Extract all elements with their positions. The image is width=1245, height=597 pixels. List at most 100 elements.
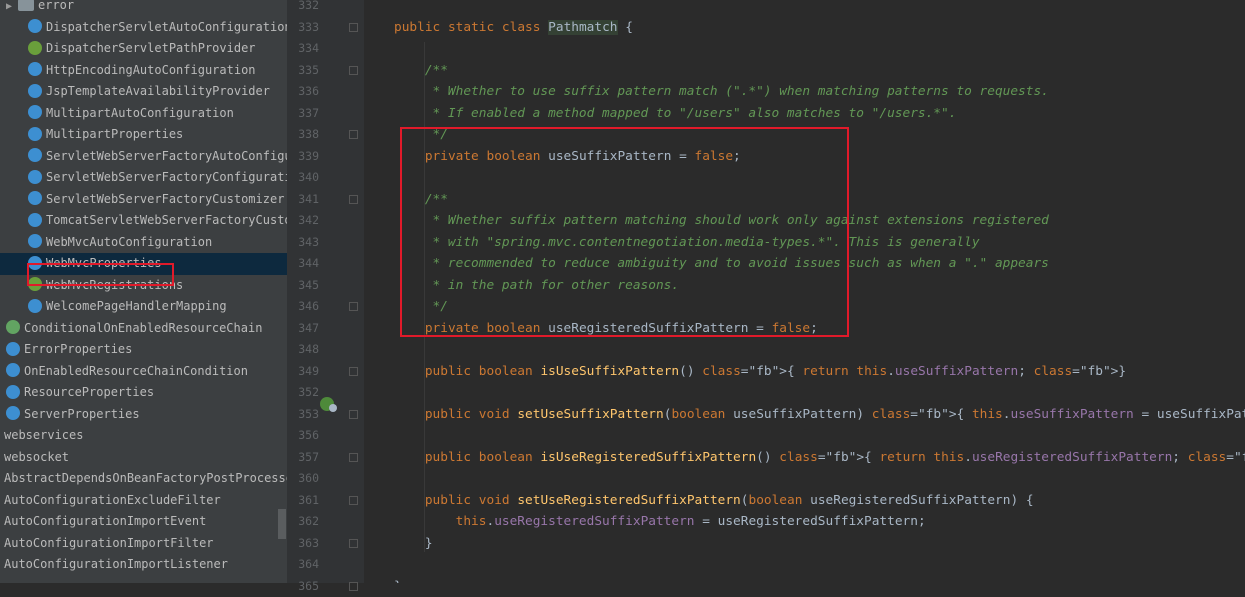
line-number: 349	[287, 361, 319, 383]
code-line[interactable]: }	[394, 576, 402, 584]
class-icon	[28, 170, 42, 184]
line-number: 365	[287, 576, 319, 597]
line-number: 343	[287, 232, 319, 254]
fold-marker-icon[interactable]	[349, 66, 358, 75]
tree-item[interactable]: HttpEncodingAutoConfiguration	[0, 60, 287, 82]
tree-item[interactable]: ErrorProperties	[0, 339, 287, 361]
tree-item[interactable]: MultipartAutoConfiguration	[0, 103, 287, 125]
tree-item[interactable]: OnEnabledResourceChainCondition	[0, 361, 287, 383]
tree-item[interactable]: AutoConfigurationExcludeFilter	[0, 490, 287, 512]
interface-icon	[28, 41, 42, 55]
line-number: 338	[287, 124, 319, 146]
tree-item[interactable]: AutoConfigurationImportEvent	[0, 511, 287, 533]
class-icon	[28, 127, 42, 141]
class-icon	[28, 62, 42, 76]
fold-marker-icon[interactable]	[349, 195, 358, 204]
tree-item-label: ServletWebServerFactoryCustomizer	[46, 192, 284, 206]
folder-icon	[18, 0, 34, 11]
tree-item-label: ServletWebServerFactoryConfiguration	[46, 170, 287, 184]
tree-item-label: AbstractDependsOnBeanFactoryPostProcesso…	[4, 471, 287, 485]
class-icon	[28, 234, 42, 248]
fold-marker-icon[interactable]	[349, 453, 358, 462]
tree-item-label: webservices	[4, 428, 83, 442]
code-line[interactable]: }	[394, 533, 433, 555]
project-tree[interactable]: ▶ error DispatcherServletAutoConfiguration…	[0, 0, 287, 583]
tree-item-label: ConditionalOnEnabledResourceChain	[24, 321, 262, 335]
code-line[interactable]: public void setUseSuffixPattern(boolean …	[394, 404, 1245, 426]
code-line[interactable]: this.useRegisteredSuffixPattern = useReg…	[394, 511, 926, 533]
tree-item[interactable]: ▶ error	[0, 0, 287, 17]
tree-item[interactable]: WebMvcAutoConfiguration	[0, 232, 287, 254]
fold-marker-icon[interactable]	[349, 302, 358, 311]
fold-marker-icon[interactable]	[349, 367, 358, 376]
expand-arrow-icon[interactable]: ▶	[0, 0, 18, 18]
tree-item[interactable]: ServletWebServerFactoryConfiguration	[0, 167, 287, 189]
code-line[interactable]: public void setUseRegisteredSuffixPatter…	[394, 490, 1034, 512]
tree-item[interactable]: AbstractDependsOnBeanFactoryPostProcesso…	[0, 468, 287, 490]
line-number: 357	[287, 447, 319, 469]
tree-item-label: MultipartAutoConfiguration	[46, 106, 234, 120]
tree-item[interactable]: MultipartProperties	[0, 124, 287, 146]
fold-marker-icon[interactable]	[349, 130, 358, 139]
tree-item[interactable]: webservices	[0, 425, 287, 447]
highlight-box-webmvcproperties	[27, 263, 174, 286]
class-icon	[6, 406, 20, 420]
code-line[interactable]: public boolean isUseRegisteredSuffixPatt…	[394, 447, 1245, 469]
tree-item[interactable]: AutoConfigurationImportFilter	[0, 533, 287, 555]
line-number: 364	[287, 554, 319, 576]
class-icon	[6, 342, 20, 356]
highlight-box-fields	[400, 127, 849, 337]
line-number: 356	[287, 425, 319, 447]
fold-marker-icon[interactable]	[349, 410, 358, 419]
code-line[interactable]: public boolean isUseSuffixPattern() clas…	[394, 361, 1126, 383]
tree-item[interactable]: ServletWebServerFactoryAutoConfiguration	[0, 146, 287, 168]
code-line[interactable]: * If enabled a method mapped to "/users"…	[394, 103, 956, 125]
tree-scrollbar[interactable]	[278, 509, 286, 539]
class-icon	[28, 299, 42, 313]
code-line[interactable]: * Whether to use suffix pattern match ("…	[394, 81, 1049, 103]
fold-marker-icon[interactable]	[349, 539, 358, 548]
line-number: 337	[287, 103, 319, 125]
override-method-icon[interactable]	[320, 397, 334, 411]
class-icon	[28, 191, 42, 205]
tree-item-label: JspTemplateAvailabilityProvider	[46, 84, 270, 98]
tree-item[interactable]: DispatcherServletPathProvider	[0, 38, 287, 60]
code-line[interactable]: /**	[394, 60, 448, 82]
line-number: 348	[287, 339, 319, 361]
tree-item[interactable]: JspTemplateAvailabilityProvider	[0, 81, 287, 103]
tree-item-label: HttpEncodingAutoConfiguration	[46, 63, 256, 77]
code-line[interactable]: public static class Pathmatch {	[394, 17, 633, 39]
fold-marker-icon[interactable]	[349, 496, 358, 505]
line-number: 341	[287, 189, 319, 211]
class-icon	[28, 84, 42, 98]
class-icon	[28, 148, 42, 162]
line-number: 339	[287, 146, 319, 168]
tree-item-label: MultipartProperties	[46, 127, 183, 141]
tree-item[interactable]: DispatcherServletAutoConfiguration	[0, 17, 287, 39]
tree-item-label: AutoConfigurationImportFilter	[4, 536, 214, 550]
line-number: 334	[287, 38, 319, 60]
tree-item-label: ResourceProperties	[24, 385, 154, 399]
tree-item[interactable]: WelcomePageHandlerMapping	[0, 296, 287, 318]
tree-item-label: ErrorProperties	[24, 342, 132, 356]
tree-item[interactable]: ServletWebServerFactoryCustomizer	[0, 189, 287, 211]
fold-marker-icon[interactable]	[349, 23, 358, 32]
tree-item[interactable]: AutoConfigurationImportListener	[0, 554, 287, 576]
class-icon	[28, 213, 42, 227]
tree-item[interactable]: ConditionalOnEnabledResourceChain	[0, 318, 287, 340]
tree-item[interactable]: TomcatServletWebServerFactoryCustomizer	[0, 210, 287, 232]
tree-item-label: TomcatServletWebServerFactoryCustomizer	[46, 213, 287, 227]
line-number: 335	[287, 60, 319, 82]
line-number: 333	[287, 17, 319, 39]
line-number: 336	[287, 81, 319, 103]
line-number: 347	[287, 318, 319, 340]
line-number: 342	[287, 210, 319, 232]
class-icon	[6, 385, 20, 399]
tree-item[interactable]: ServerProperties	[0, 404, 287, 426]
line-number: 353	[287, 404, 319, 426]
tree-item-label: AutoConfigurationExcludeFilter	[4, 493, 221, 507]
tree-item-label: WelcomePageHandlerMapping	[46, 299, 227, 313]
tree-item[interactable]: websocket	[0, 447, 287, 469]
tree-item[interactable]: ResourceProperties	[0, 382, 287, 404]
tree-item-label: error	[38, 0, 74, 12]
